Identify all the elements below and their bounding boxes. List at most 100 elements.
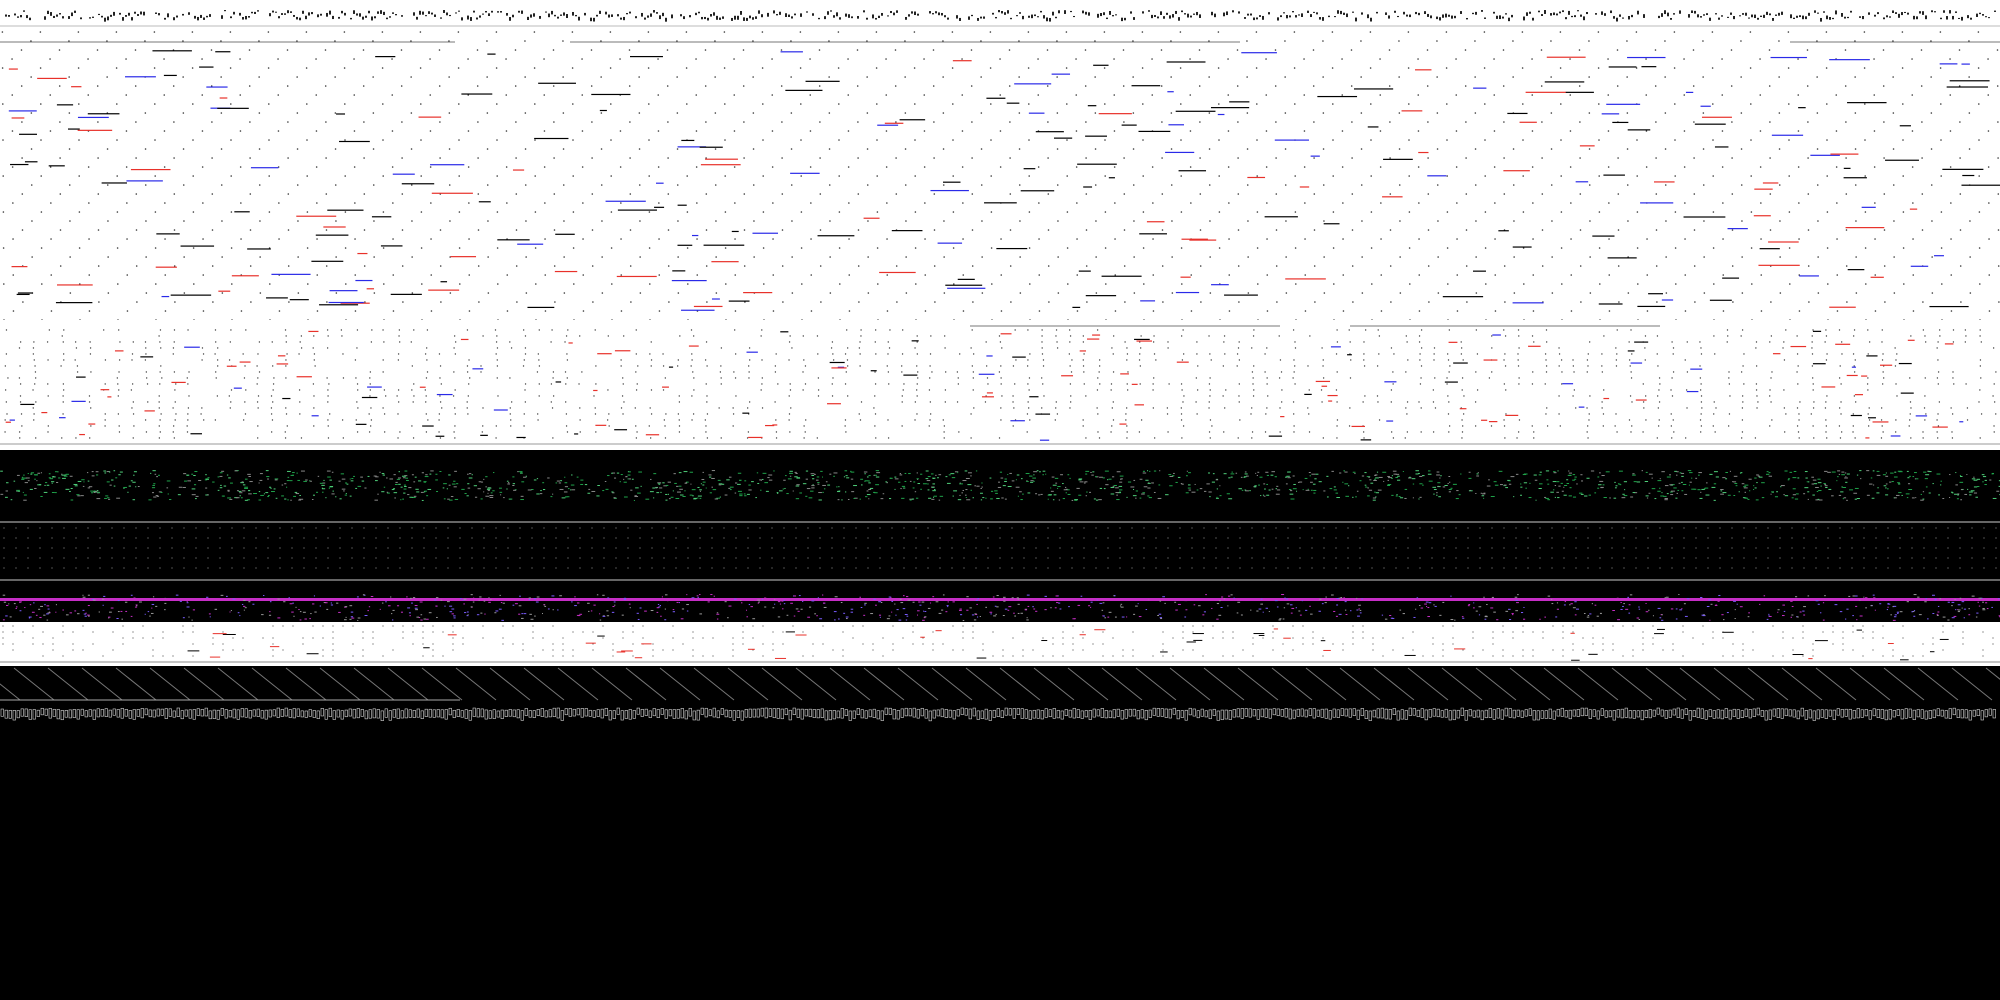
glyph-mark xyxy=(401,15,403,17)
glyph-mark xyxy=(1886,15,1888,18)
column-dot xyxy=(1461,377,1464,379)
noise-pixel xyxy=(1309,475,1311,477)
noise-pixel xyxy=(1286,475,1290,477)
diagonal-dot xyxy=(809,94,812,96)
column-dot xyxy=(1014,383,1016,385)
diagonal-dot xyxy=(571,31,574,33)
column-dot xyxy=(1294,365,1296,367)
glyph-mark xyxy=(1328,15,1330,18)
diagonal-dot xyxy=(1550,184,1553,186)
dash-mark xyxy=(1360,439,1372,441)
column-dot xyxy=(1153,335,1155,337)
diagonal-dot xyxy=(1379,166,1382,168)
diagonal-dot xyxy=(1808,301,1810,303)
column-dot xyxy=(19,383,22,385)
noise-pixel xyxy=(1709,473,1713,475)
glyph-mark xyxy=(1049,17,1051,22)
column-dot xyxy=(1071,359,1073,361)
column-dot xyxy=(524,383,527,385)
noise-pixel xyxy=(1455,498,1459,500)
diagonal-dot xyxy=(591,121,593,123)
diagonal-dot xyxy=(533,67,536,69)
diagonal-dot xyxy=(1389,193,1392,195)
diagonal-dot xyxy=(50,238,52,240)
dash-mark xyxy=(831,367,847,369)
column-dot xyxy=(1281,389,1283,391)
glyph-mark xyxy=(1211,11,1213,16)
diagonal-dot xyxy=(1084,49,1087,51)
glyph-mark xyxy=(1754,14,1756,19)
noise-pixel xyxy=(331,493,335,495)
diagonal-dot xyxy=(858,301,860,303)
column-dot xyxy=(1742,401,1744,403)
column-dot xyxy=(4,365,7,367)
dash-mark xyxy=(952,60,972,62)
noise-pixel xyxy=(321,484,325,486)
noise-pixel xyxy=(1544,496,1547,498)
diagonal-dot xyxy=(1456,274,1459,276)
dash-mark xyxy=(1507,112,1528,115)
diagonal-dot xyxy=(1303,166,1306,168)
column-dot xyxy=(369,371,372,373)
column-dot xyxy=(46,341,49,343)
column-dot xyxy=(1307,407,1309,409)
diagonal-dot xyxy=(1493,130,1496,132)
diagonal-dot xyxy=(106,76,108,78)
column-dot xyxy=(635,353,637,355)
column-dot xyxy=(943,431,945,433)
diagonal-dot xyxy=(1342,238,1344,240)
diagonal-dot xyxy=(1189,94,1192,96)
diagonal-dot xyxy=(1369,31,1372,33)
diagonal-dot xyxy=(1664,76,1666,78)
noise-pixel xyxy=(950,473,955,475)
diagonal-dot xyxy=(12,238,14,240)
noise-pixel xyxy=(591,490,596,492)
column-dot xyxy=(846,329,848,331)
noise-pixel xyxy=(1841,471,1845,473)
diagonal-dot xyxy=(610,139,612,141)
diagonal-dot xyxy=(1038,274,1041,276)
diagonal-dot xyxy=(125,58,127,60)
column-dot xyxy=(1951,413,1954,415)
diagonal-dot xyxy=(1589,220,1591,222)
diagonal-dot xyxy=(1161,229,1164,231)
column-dot xyxy=(1224,353,1226,355)
diagonal-dot xyxy=(154,175,156,177)
diagonal-dot xyxy=(706,301,708,303)
column-dot xyxy=(61,437,63,439)
column-dot xyxy=(1054,419,1057,421)
noise-pixel xyxy=(1564,484,1568,486)
diagonal-dot xyxy=(401,121,403,123)
noise-pixel xyxy=(1812,494,1815,496)
diagonal-dot xyxy=(1028,211,1031,213)
column-dot xyxy=(1700,401,1703,403)
diagonal-dot xyxy=(1294,103,1296,105)
diagonal-dot xyxy=(449,220,451,222)
diagonal-dot xyxy=(419,67,422,69)
column-dot xyxy=(356,383,359,385)
column-dot xyxy=(1405,407,1407,409)
column-dot xyxy=(1995,371,1997,373)
noise-pixel xyxy=(1699,497,1703,499)
diagonal-dot xyxy=(801,283,803,285)
dash-mark xyxy=(11,117,25,119)
glyph-mark xyxy=(326,12,328,17)
diagonal-dot xyxy=(1160,49,1163,51)
diagonal-dot xyxy=(400,85,403,87)
glyph-mark xyxy=(1430,15,1432,19)
glyph-mark xyxy=(56,14,58,17)
dash-mark xyxy=(1000,333,1012,335)
column-dot xyxy=(1167,431,1169,433)
column-dot xyxy=(1292,377,1294,379)
column-dot xyxy=(1127,371,1129,373)
diagonal-dot xyxy=(1445,67,1448,69)
noise-pixel xyxy=(1973,486,1978,488)
diagonal-dot xyxy=(924,310,927,312)
dash-mark xyxy=(1835,343,1851,345)
glyph-mark xyxy=(590,17,592,22)
diagonal-dot xyxy=(1665,220,1667,222)
diagonal-dot xyxy=(1455,130,1458,132)
diagonal-dot xyxy=(1276,301,1278,303)
column-dot xyxy=(1755,389,1758,391)
column-dot xyxy=(116,377,119,379)
